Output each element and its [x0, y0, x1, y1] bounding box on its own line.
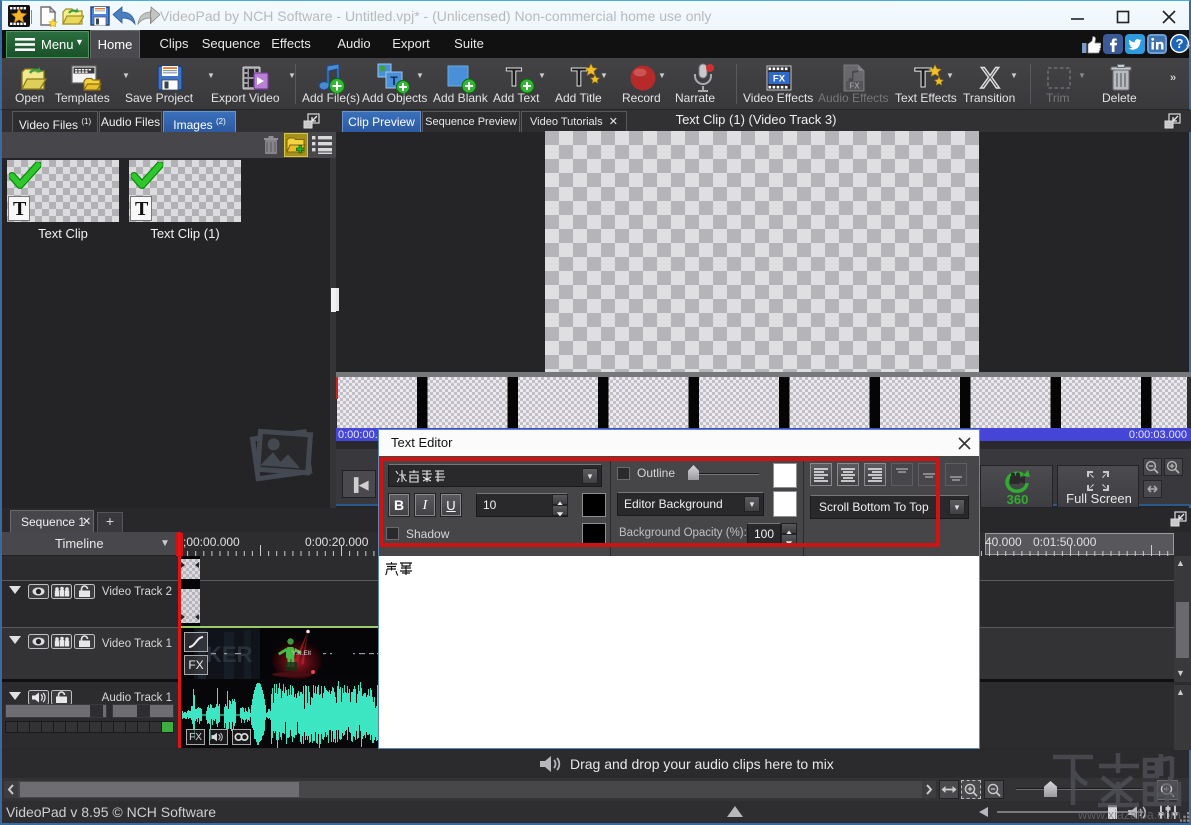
svg-text:Y.K.Elt: Y.K.Elt [292, 650, 311, 657]
svg-text:0:00:20.000: 0:00:20.000 [305, 535, 369, 549]
svg-text:T: T [914, 62, 931, 93]
svg-text:40.000: 40.000 [985, 535, 1022, 549]
svg-text:FX: FX [773, 74, 786, 85]
svg-text:www.xiazaiba.com: www.xiazaiba.com [1078, 808, 1181, 822]
svg-text:X: X [980, 62, 1000, 94]
svg-text:?: ? [1176, 36, 1184, 51]
svg-text:KER: KER [206, 642, 253, 667]
svg-text:0:01:50.000: 0:01:50.000 [1033, 535, 1097, 549]
svg-text:;00:00.000: ;00:00.000 [183, 535, 240, 549]
svg-text:T: T [571, 62, 587, 92]
svg-text:FX: FX [849, 82, 860, 91]
